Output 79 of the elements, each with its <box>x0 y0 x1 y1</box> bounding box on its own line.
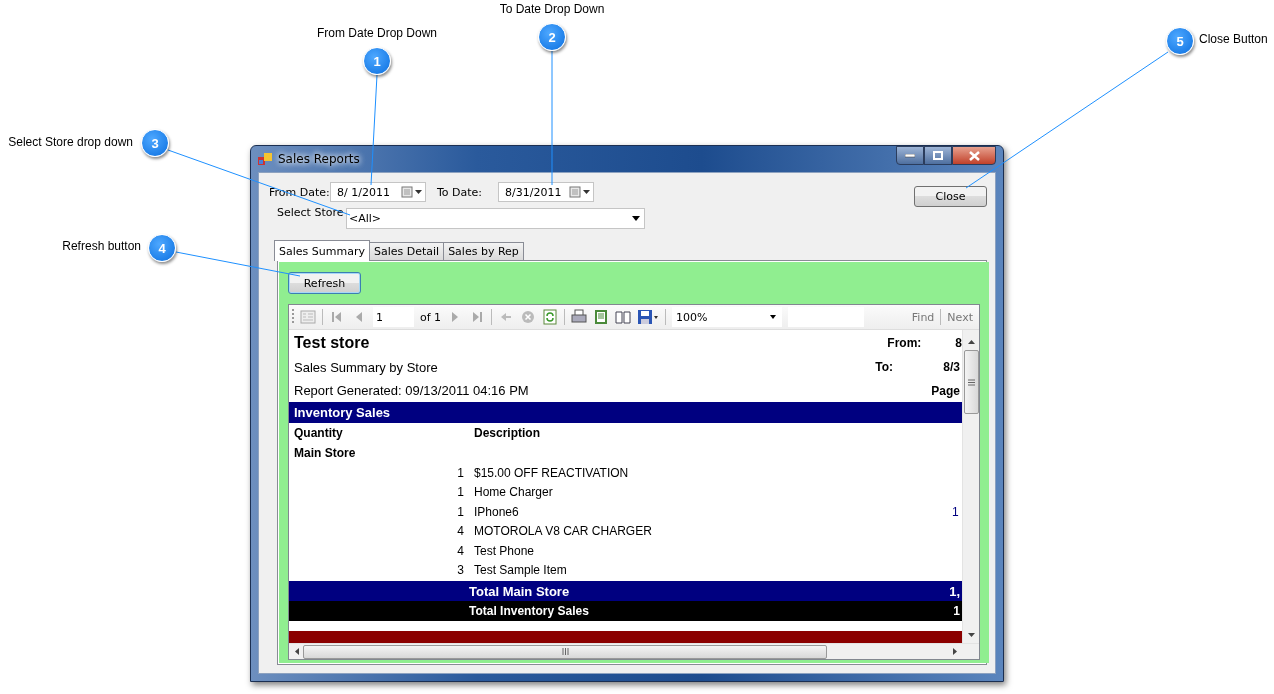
report-label: To: <box>875 360 895 375</box>
print-layout-icon[interactable] <box>593 309 610 325</box>
section-header: Inventory Sales <box>289 402 962 423</box>
horizontal-scrollbar[interactable] <box>289 643 979 659</box>
column-header: Quantity <box>294 426 344 441</box>
report-value: 8/3 <box>943 360 960 375</box>
scroll-down-icon <box>967 633 975 637</box>
table-cell-text: 4 <box>456 543 464 558</box>
callout-label: Select Store drop down <box>8 135 133 149</box>
column-header: Description <box>474 426 540 441</box>
report-store-name: Test store <box>294 333 370 352</box>
field-label: Select Store <box>277 206 345 219</box>
tab[interactable]: Sales Summary <box>274 240 370 261</box>
date-field[interactable]: 8/31/2011 <box>498 182 594 202</box>
close-icon <box>968 150 980 161</box>
date-field[interactable]: 8/ 1/2011 <box>330 182 426 202</box>
refresh-icon[interactable] <box>542 309 559 325</box>
find-link[interactable]: Find <box>911 310 935 324</box>
group-total-bar: Total Main Store 1, <box>289 580 962 602</box>
callout-label: Close Button <box>1199 32 1268 46</box>
grip-icon <box>561 648 569 655</box>
refresh-button[interactable]: Refresh <box>288 272 361 294</box>
callout-badge: 3 <box>141 129 169 157</box>
page-number-field[interactable]: 1 <box>373 307 414 327</box>
print-icon[interactable] <box>571 309 588 325</box>
table-cell-text: 3 <box>456 563 464 578</box>
save-icon[interactable] <box>637 309 660 325</box>
report-label: From: <box>887 335 923 350</box>
calendar-dropdown-icon <box>569 186 593 198</box>
section-total-bar: Total Inventory Sales 1 <box>289 601 962 621</box>
stop-icon[interactable] <box>520 309 537 325</box>
table-cell-text: $15.00 OFF REACTIVATION <box>474 465 630 480</box>
table-cell-text: 1 <box>456 465 464 480</box>
scroll-left-icon <box>295 648 299 655</box>
minimize-icon <box>905 153 915 158</box>
callout-badge: 5 <box>1166 27 1194 55</box>
callout-label: From Date Drop Down <box>317 26 437 40</box>
maximize-icon <box>933 151 943 160</box>
store-dropdown[interactable]: <All> <box>346 207 645 229</box>
table-cell-text: Home Charger <box>474 485 554 500</box>
group-label: Main Store <box>294 446 356 461</box>
table-cell-text: 1 <box>456 485 464 500</box>
scroll-right-icon <box>953 648 957 655</box>
callout-badge: 4 <box>148 234 176 262</box>
page-count-label: of 1 <box>420 310 442 324</box>
callout-badge: 1 <box>363 47 391 75</box>
field-label: To Date: <box>437 185 484 199</box>
report-label: Page <box>931 383 960 398</box>
report-generated-text: Report Generated: 09/13/2011 04:16 PM <box>294 383 529 399</box>
tab[interactable]: Sales by Rep <box>443 242 524 260</box>
maximize-button[interactable] <box>924 146 952 165</box>
tab[interactable]: Sales Detail <box>368 242 445 260</box>
table-cell-text: 4 <box>456 524 464 539</box>
report-value: 8 <box>955 335 962 350</box>
callout-label: To Date Drop Down <box>499 2 605 16</box>
table-cell-text: IPhone6 <box>474 504 520 519</box>
close-window-button[interactable] <box>952 146 996 165</box>
dropdown-arrow-icon <box>770 315 777 319</box>
scroll-up-icon <box>967 340 975 344</box>
dropdown-arrow-icon <box>632 215 640 221</box>
next-link[interactable]: Next <box>947 310 973 324</box>
report-title: Sales Summary by Store <box>294 359 438 375</box>
calendar-dropdown-icon <box>401 186 425 198</box>
app-icon <box>258 152 272 166</box>
close-button[interactable]: Close <box>914 185 987 207</box>
callout-badge: 2 <box>538 23 566 51</box>
grip-icon <box>967 378 975 386</box>
table-cell-text: 1 <box>456 504 464 519</box>
vertical-scrollbar[interactable] <box>962 330 979 643</box>
table-cell-text: MOTOROLA V8 CAR CHARGER <box>474 524 653 539</box>
document-map-icon[interactable] <box>300 309 316 325</box>
window-title: Sales Reports <box>278 152 360 166</box>
zoom-dropdown[interactable]: 100% <box>672 307 783 327</box>
table-cell-text: Test Phone <box>474 543 536 558</box>
minimize-button[interactable] <box>896 146 924 165</box>
callout-label: Refresh button <box>62 239 141 253</box>
table-cell: 1 <box>952 504 960 519</box>
page-setup-icon[interactable] <box>615 309 632 325</box>
table-cell-text: Test Sample Item <box>474 563 568 578</box>
